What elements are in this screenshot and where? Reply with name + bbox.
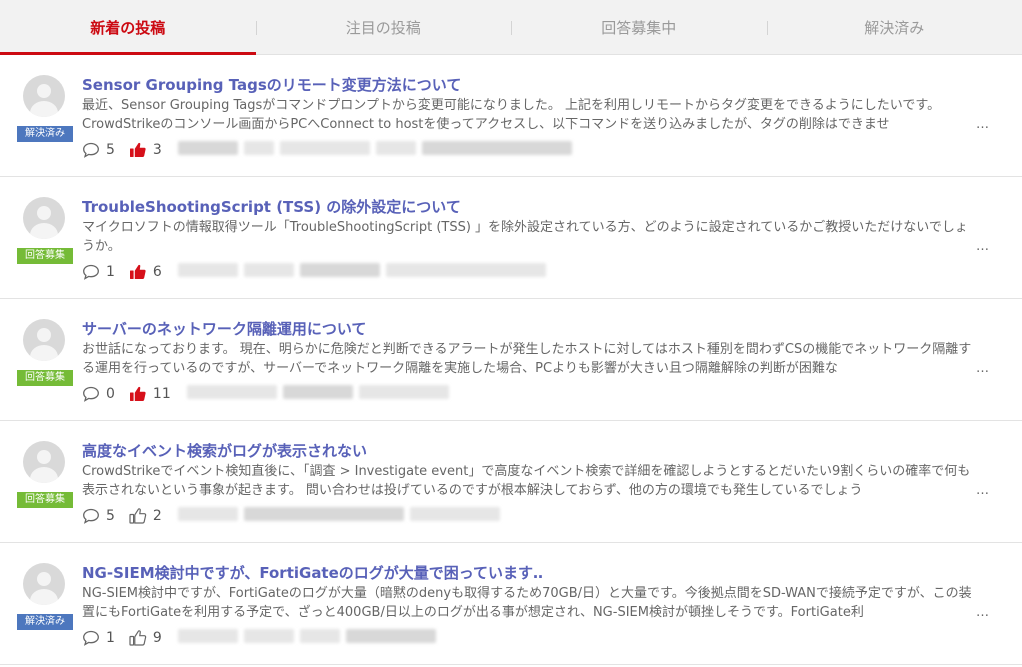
redacted-text bbox=[421, 141, 572, 155]
user-avatar-icon[interactable] bbox=[23, 197, 65, 239]
redacted-text bbox=[243, 629, 294, 643]
thumbs-up-icon[interactable] bbox=[129, 386, 147, 402]
post-title-link[interactable]: TroubleShootingScript (TSS) の除外設定について bbox=[82, 196, 1002, 217]
comment-count: 1 bbox=[106, 630, 115, 646]
excerpt-ellipsis: … bbox=[976, 361, 989, 376]
post-item: 解決済み NG-SIEM検討中ですが、FortiGateのログが大量で困っていま… bbox=[0, 543, 1022, 665]
thumbs-up-icon[interactable] bbox=[129, 142, 147, 158]
like-count: 9 bbox=[152, 630, 162, 646]
excerpt-ellipsis: … bbox=[976, 117, 989, 132]
redacted-text bbox=[299, 629, 340, 643]
thumbs-up-icon[interactable] bbox=[129, 630, 147, 646]
redacted-text bbox=[375, 141, 416, 155]
comment-count: 0 bbox=[106, 386, 115, 402]
like-count: 11 bbox=[152, 386, 171, 402]
status-badge: 回答募集 bbox=[17, 370, 73, 386]
excerpt-ellipsis: … bbox=[976, 605, 989, 620]
post-meta: 5 3 bbox=[82, 141, 578, 159]
status-badge: 解決済み bbox=[17, 614, 73, 630]
user-avatar-icon[interactable] bbox=[23, 319, 65, 361]
redacted-text bbox=[385, 263, 546, 277]
tab-seeking-answers[interactable]: 回答募集中 bbox=[511, 0, 767, 54]
author-info-redacted bbox=[177, 263, 552, 281]
post-meta: 0 11 bbox=[82, 385, 455, 403]
author-info-redacted bbox=[177, 141, 578, 159]
speech-bubble-icon bbox=[83, 508, 99, 524]
status-badge: 回答募集 bbox=[17, 492, 73, 508]
post-title-link[interactable]: サーバーのネットワーク隔離運用について bbox=[82, 318, 1002, 339]
redacted-text bbox=[177, 629, 238, 643]
excerpt-ellipsis: … bbox=[976, 239, 989, 254]
user-avatar-icon[interactable] bbox=[23, 441, 65, 483]
post-title-link[interactable]: Sensor Grouping Tagsのリモート変更方法について bbox=[82, 74, 1002, 95]
speech-bubble-icon bbox=[83, 630, 99, 646]
author-info-redacted bbox=[186, 385, 455, 403]
post-item: 回答募集 サーバーのネットワーク隔離運用について お世話になっております。 現在… bbox=[0, 299, 1022, 421]
post-excerpt: お世話になっております。 現在、明らかに危険だと判断できるアラートが発生したホス… bbox=[82, 342, 972, 376]
speech-bubble-icon bbox=[83, 142, 99, 158]
excerpt-ellipsis: … bbox=[976, 483, 989, 498]
author-info-redacted bbox=[177, 507, 506, 525]
post-excerpt: 最近、Sensor Grouping Tagsがコマンドプロンプトから変更可能に… bbox=[82, 98, 941, 132]
tab-resolved[interactable]: 解決済み bbox=[766, 0, 1022, 54]
redacted-text bbox=[279, 141, 370, 155]
redacted-text bbox=[243, 263, 294, 277]
status-badge: 回答募集 bbox=[17, 248, 73, 264]
like-count: 3 bbox=[152, 142, 162, 158]
redacted-text bbox=[299, 263, 380, 277]
user-avatar-icon[interactable] bbox=[23, 75, 65, 117]
tab-featured-posts[interactable]: 注目の投稿 bbox=[255, 0, 512, 54]
post-filter-tabs: 新着の投稿 注目の投稿 回答募集中 解決済み bbox=[0, 0, 1022, 55]
comment-count: 5 bbox=[106, 142, 115, 158]
post-excerpt: CrowdStrikeでイベント検知直後に、「調査 > Investigate … bbox=[82, 464, 971, 498]
redacted-text bbox=[186, 385, 277, 399]
author-info-redacted bbox=[177, 629, 442, 647]
redacted-text bbox=[177, 263, 238, 277]
post-meta: 5 2 bbox=[82, 507, 506, 525]
thumbs-up-icon[interactable] bbox=[129, 508, 147, 524]
redacted-text bbox=[177, 507, 238, 521]
redacted-text bbox=[243, 507, 404, 521]
comment-count: 5 bbox=[106, 508, 115, 524]
post-excerpt: マイクロソフトの情報取得ツール「TroubleShootingScript (T… bbox=[82, 220, 968, 254]
speech-bubble-icon bbox=[83, 264, 99, 280]
redacted-text bbox=[177, 141, 238, 155]
post-meta: 1 9 bbox=[82, 629, 442, 647]
post-title-link[interactable]: NG-SIEM検討中ですが、FortiGateのログが大量で困っています‥ bbox=[82, 562, 1002, 583]
tab-new-posts[interactable]: 新着の投稿 bbox=[0, 0, 256, 55]
redacted-text bbox=[345, 629, 436, 643]
post-item: 解決済み Sensor Grouping Tagsのリモート変更方法について 最… bbox=[0, 55, 1022, 177]
status-badge: 解決済み bbox=[17, 126, 73, 142]
post-item: 回答募集 高度なイベント検索がログが表示されない CrowdStrikeでイベン… bbox=[0, 421, 1022, 543]
post-title-link[interactable]: 高度なイベント検索がログが表示されない bbox=[82, 440, 1002, 461]
comment-count: 1 bbox=[106, 264, 115, 280]
post-item: 回答募集 TroubleShootingScript (TSS) の除外設定につ… bbox=[0, 177, 1022, 299]
post-excerpt: NG-SIEM検討中ですが、FortiGateのログが大量（暗黙のdenyも取得… bbox=[82, 586, 972, 620]
like-count: 6 bbox=[152, 264, 162, 280]
redacted-text bbox=[243, 141, 274, 155]
like-count: 2 bbox=[152, 508, 162, 524]
post-list: 解決済み Sensor Grouping Tagsのリモート変更方法について 最… bbox=[0, 55, 1022, 665]
user-avatar-icon[interactable] bbox=[23, 563, 65, 605]
redacted-text bbox=[409, 507, 500, 521]
thumbs-up-icon[interactable] bbox=[129, 264, 147, 280]
speech-bubble-icon bbox=[83, 386, 99, 402]
redacted-text bbox=[358, 385, 449, 399]
redacted-text bbox=[282, 385, 353, 399]
post-meta: 1 6 bbox=[82, 263, 552, 281]
